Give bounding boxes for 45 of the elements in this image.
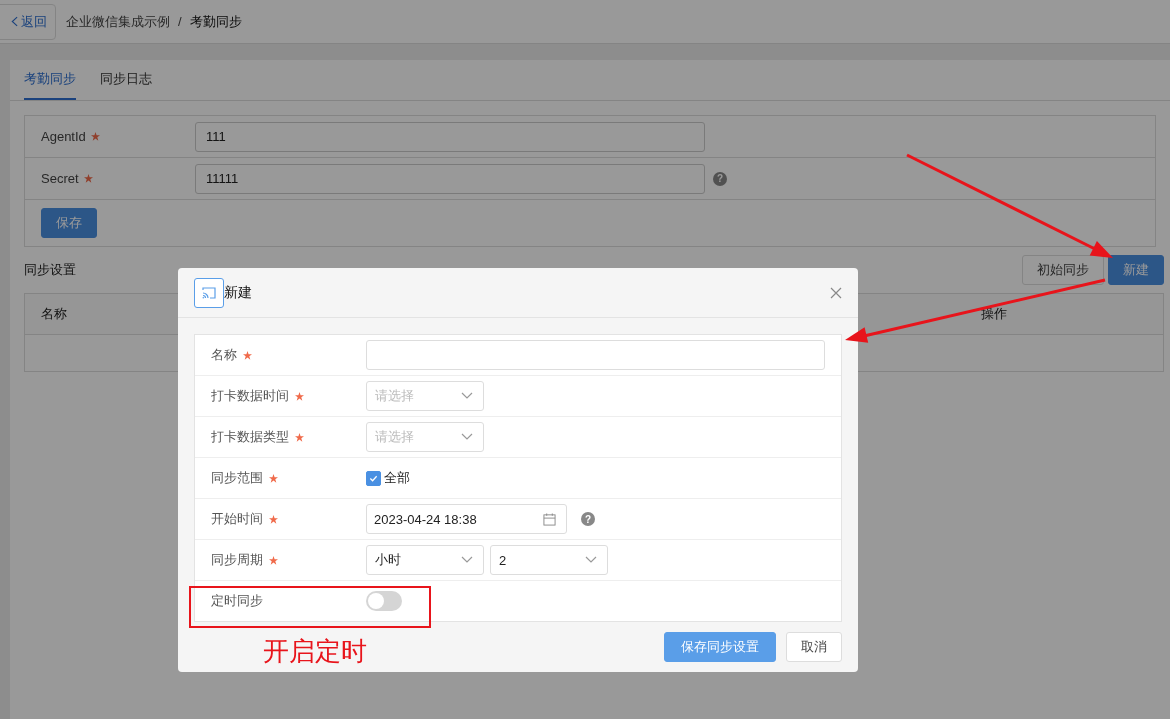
tab[interactable]: 同步日志 — [100, 60, 152, 100]
tab[interactable]: 考勤同步 — [24, 60, 76, 100]
field-label: 名称 — [211, 346, 237, 364]
cancel-button[interactable]: 取消 — [786, 632, 842, 662]
save-button[interactable]: 保存同步设置 — [664, 632, 776, 662]
save-button[interactable]: 保存 — [41, 208, 97, 238]
field-label: Secret — [41, 171, 79, 186]
name-input[interactable] — [366, 340, 825, 370]
new-button[interactable]: 新建 — [1108, 255, 1164, 285]
column-header: 操作 — [980, 305, 1008, 323]
datetime-field[interactable]: 2023-04-24 18:38 — [366, 504, 567, 534]
field-label: 同步周期 — [211, 551, 263, 569]
check-icon — [369, 473, 378, 483]
dialog-title: 新建 — [224, 283, 253, 302]
back-button[interactable]: 返回 — [0, 3, 56, 40]
select-field[interactable]: 2 — [490, 545, 608, 575]
annotation-text: 开启定时 — [263, 635, 367, 668]
help-icon[interactable]: ? — [581, 512, 595, 526]
breadcrumb-separator: / — [178, 14, 182, 29]
checkbox-label: 全部 — [384, 469, 410, 487]
text-input[interactable]: 11111 — [195, 163, 705, 194]
field-label: 同步范围 — [211, 469, 263, 487]
chevron-down-icon — [585, 556, 597, 564]
sync-button[interactable]: 初始同步 — [1022, 255, 1104, 285]
help-icon[interactable]: ? — [713, 171, 727, 186]
field-label: 打卡数据时间 — [211, 387, 289, 405]
cast-icon — [194, 277, 224, 308]
calendar-icon — [543, 512, 556, 526]
field-label: 定时同步 — [211, 592, 263, 610]
chevron-down-icon — [461, 392, 473, 400]
checkbox[interactable] — [366, 470, 381, 486]
chevron-down-icon — [461, 433, 473, 441]
toggle-switch[interactable] — [366, 591, 402, 611]
column-header: 名称 — [40, 305, 68, 323]
select-field[interactable]: 小时 — [366, 545, 484, 575]
chevron-left-icon — [11, 16, 18, 27]
field-label: 开始时间 — [211, 510, 263, 528]
breadcrumb-item: 考勤同步 — [189, 12, 242, 31]
text-input[interactable]: 111 — [195, 121, 705, 152]
close-icon[interactable] — [830, 286, 842, 299]
field-label: 打卡数据类型 — [211, 428, 289, 446]
field-label: AgentId — [41, 129, 86, 144]
section-title: 同步设置 — [24, 261, 76, 279]
chevron-down-icon — [461, 556, 473, 564]
breadcrumb-item[interactable]: 企业微信集成示例 — [66, 12, 170, 31]
